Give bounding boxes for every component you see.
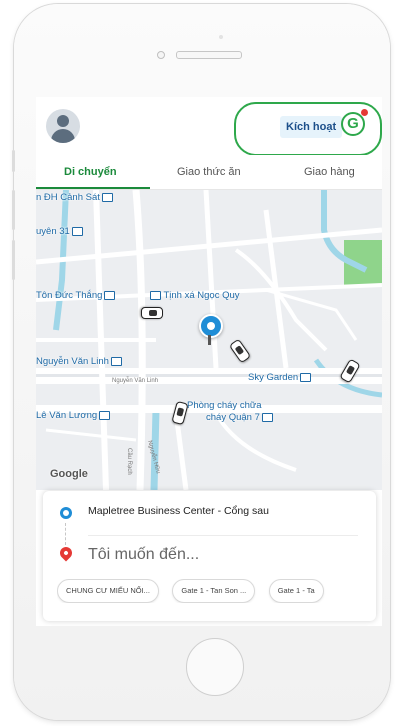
- notification-dot: [361, 109, 368, 116]
- current-location-pin-icon: [199, 314, 223, 338]
- suggestion-chips: CHUNG CƯ MIẾU NỔI... Gate 1 - Tan Son ..…: [57, 579, 377, 603]
- suggestion-chip[interactable]: Gate 1 - Ta: [268, 579, 324, 603]
- volume-down-button: [12, 240, 15, 280]
- map-label-phong-chay: Phòng cháy chữa: [187, 400, 262, 411]
- google-logo: Google: [50, 468, 88, 480]
- active-tab-indicator: [36, 187, 150, 189]
- grabpay-g-icon[interactable]: G: [341, 112, 365, 136]
- street-label-cau-rach: Cầu Rạch: [126, 448, 132, 475]
- mute-switch: [12, 150, 15, 172]
- avatar-head-icon: [57, 115, 69, 127]
- map-label-nguyen-van-linh: Nguyễn Văn Linh: [36, 356, 122, 367]
- tab-giao-thuc-an[interactable]: Giao thức ăn: [177, 155, 241, 189]
- divider: [88, 535, 358, 536]
- pickup-marker-icon: [60, 507, 72, 519]
- map-label-tinh-xa-ngoc-quy: Tịnh xá Ngọc Quy: [148, 290, 240, 301]
- map-label-chay-quan-7: cháy Quận 7: [206, 412, 273, 423]
- home-button[interactable]: [186, 638, 244, 696]
- pickup-location[interactable]: Mapletree Business Center - Cổng sau: [88, 505, 269, 517]
- map-label-uyen-31: uyên 31: [36, 226, 83, 237]
- car-icon: [141, 307, 163, 319]
- top-bar: Kích hoạt G: [36, 97, 382, 156]
- poi-icon: [104, 290, 116, 300]
- camera-dot: [219, 35, 223, 39]
- avatar[interactable]: [46, 109, 80, 143]
- destination-pin-icon: [57, 544, 75, 562]
- tab-giao-hang[interactable]: Giao hàng: [304, 155, 355, 189]
- suggestion-chip[interactable]: Gate 1 - Tan Son ...: [172, 579, 256, 603]
- map-view[interactable]: n ĐH Cảnh Sát uyên 31 Tôn Đức Thắng Tịnh…: [36, 190, 382, 490]
- street-label-nguyen-van-linh: Nguyễn Văn Linh: [112, 378, 159, 384]
- map-label-le-van-luong: Lê Văn Lương: [36, 410, 111, 421]
- activate-button[interactable]: Kích hoạt: [280, 116, 343, 138]
- map-label-sky-garden: Sky Garden: [248, 372, 312, 383]
- front-camera: [157, 51, 165, 59]
- poi-icon: [300, 372, 312, 382]
- poi-icon: [101, 192, 113, 202]
- destination-input[interactable]: Tôi muốn đến...: [88, 546, 199, 564]
- poi-icon: [150, 290, 161, 300]
- booking-card: Mapletree Business Center - Cổng sau Tôi…: [43, 491, 376, 621]
- map-label-ton-duc-thang: Tôn Đức Thắng: [36, 290, 116, 301]
- poi-icon: [99, 410, 111, 420]
- service-tabs: Di chuyển Giao thức ăn Giao hàng: [36, 155, 382, 190]
- map-label-dh-canh-sat: n ĐH Cảnh Sát: [36, 192, 113, 203]
- volume-up-button: [12, 190, 15, 230]
- pin-stem: [208, 335, 211, 345]
- poi-icon: [261, 412, 273, 422]
- tab-di-chuyen[interactable]: Di chuyển: [64, 155, 117, 189]
- poi-icon: [71, 226, 83, 236]
- route-connector: [65, 523, 66, 545]
- poi-icon: [110, 356, 122, 366]
- avatar-body-icon: [51, 129, 75, 143]
- suggestion-chip[interactable]: CHUNG CƯ MIẾU NỔI...: [57, 579, 159, 603]
- earpiece-speaker: [176, 51, 242, 59]
- app-screen: Kích hoạt G Di chuyển Giao thức ăn Giao …: [36, 97, 382, 626]
